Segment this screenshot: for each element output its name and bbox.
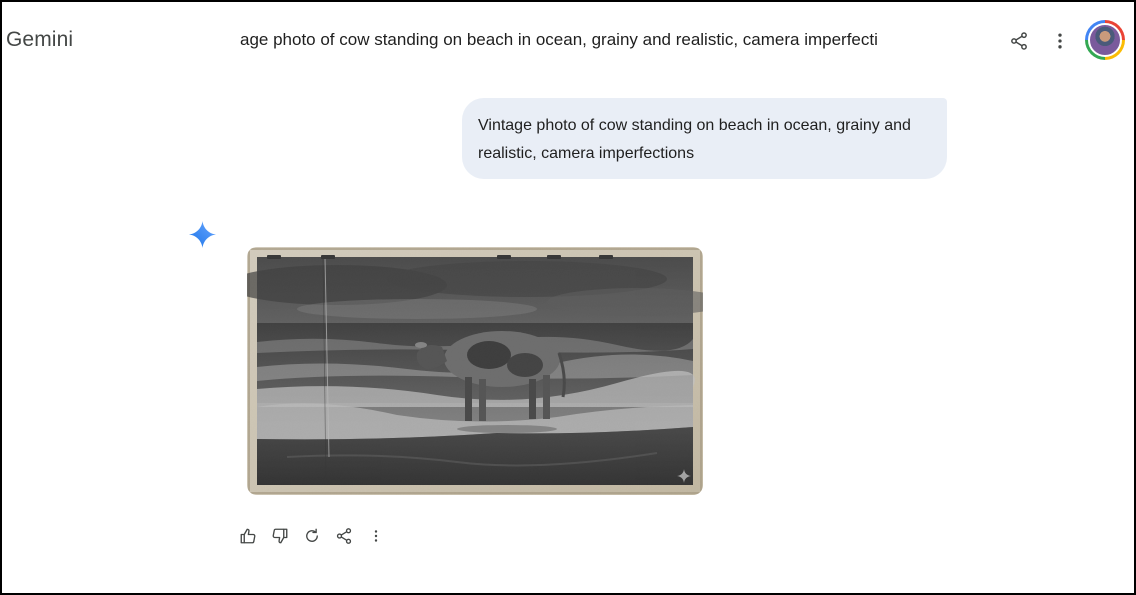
regenerate-button[interactable] [296,521,328,551]
more-vert-icon [374,530,378,542]
response-actions [232,521,392,551]
share-icon [1011,32,1027,50]
more-options-button[interactable] [1043,24,1077,58]
more-response-options-button[interactable] [360,521,392,551]
app-brand[interactable]: Gemini [6,28,73,52]
good-response-button[interactable] [232,521,264,551]
generated-image[interactable] [247,247,703,495]
regenerate-icon [306,528,318,542]
gemini-window: Gemini age photo of cow standing on beac… [0,0,1136,595]
bad-response-button[interactable] [264,521,296,551]
conversation-title: age photo of cow standing on beach in oc… [240,30,878,49]
avatar-photo [1088,23,1122,57]
gemini-sparkle-icon [189,221,216,248]
thumb-down-icon [272,528,288,544]
share-response-button[interactable] [328,521,360,551]
vintage-cow-beach-photo [247,247,703,495]
user-avatar[interactable] [1085,20,1125,60]
user-prompt-bubble: Vintage photo of cow standing on beach i… [462,98,947,179]
thumb-up-icon [240,528,256,544]
share-conversation-button[interactable] [1002,24,1036,58]
share-icon [336,528,352,544]
more-vert-icon [1058,33,1062,49]
